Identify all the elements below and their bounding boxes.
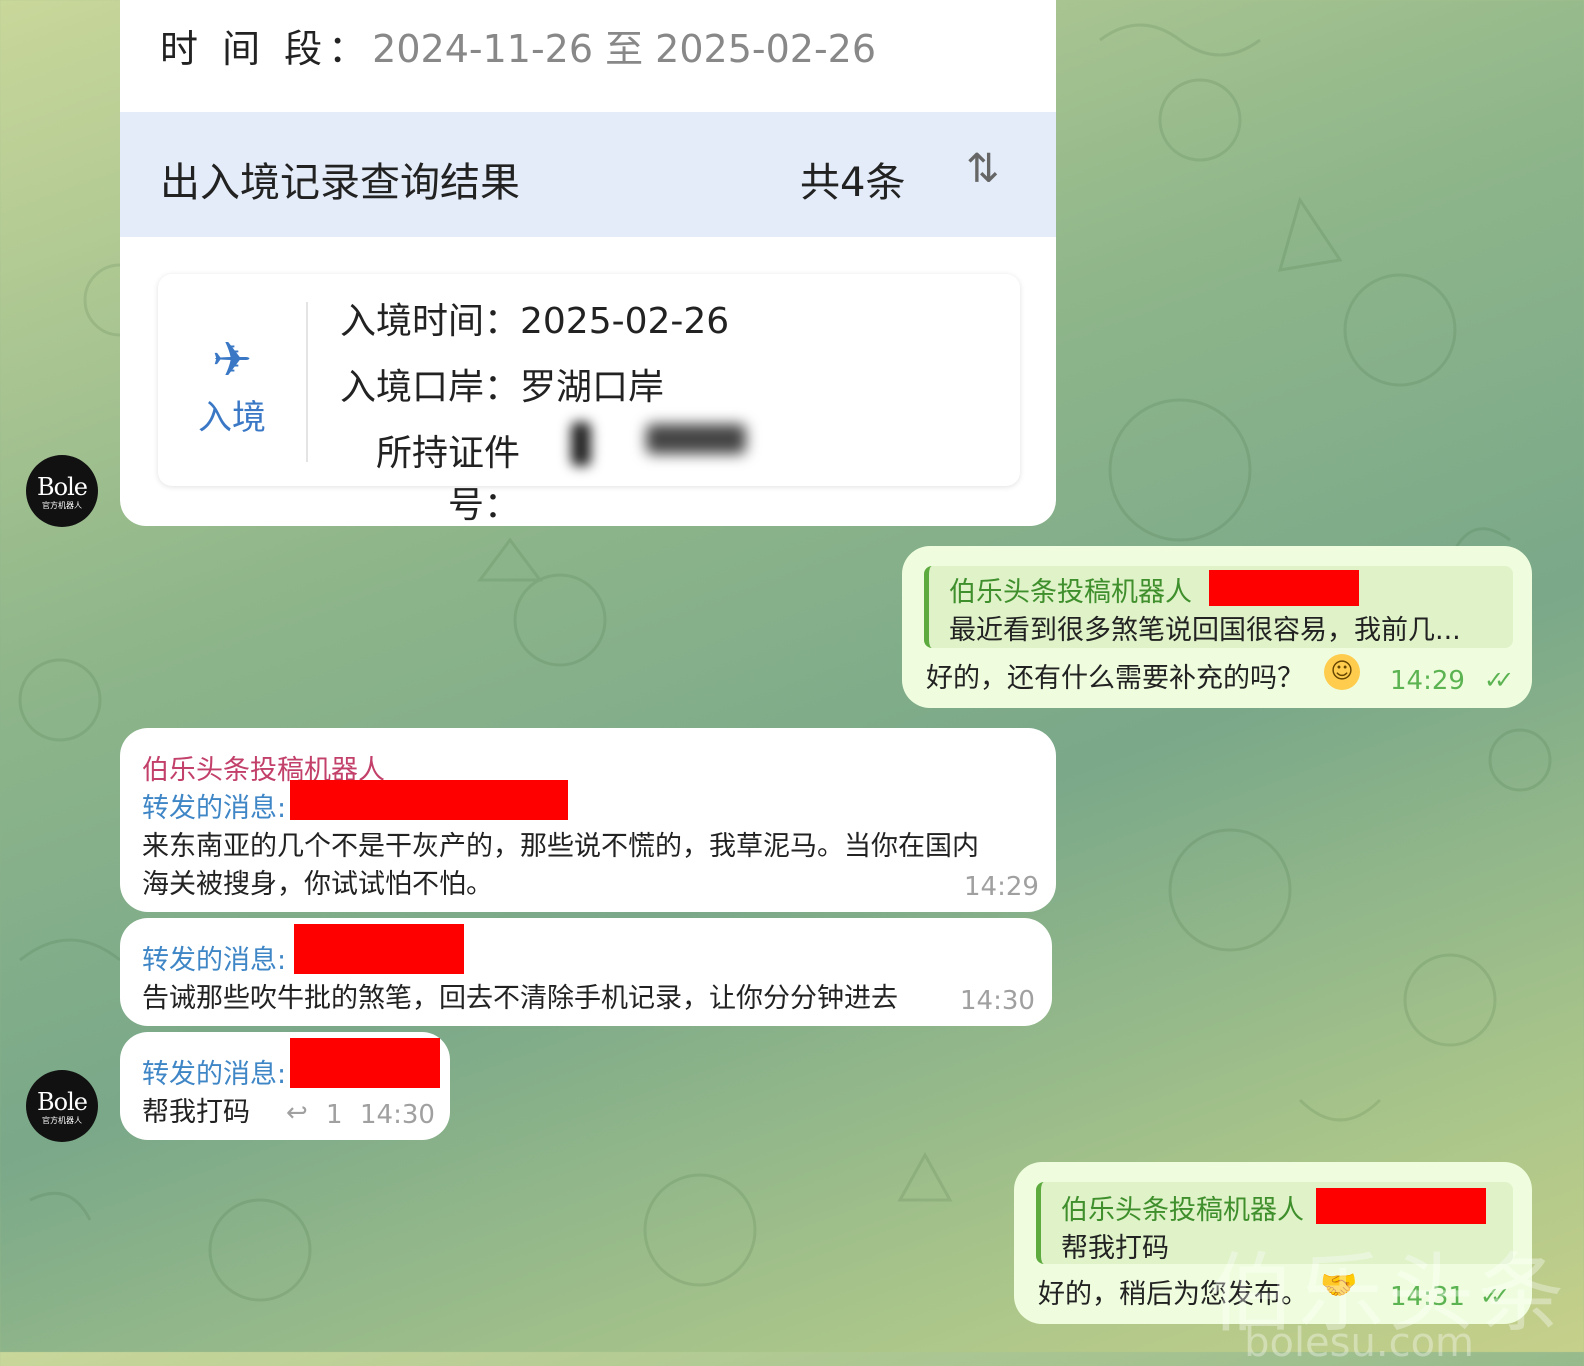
message-text: 告诫那些吹牛批的煞笔，回去不清除手机记录，让你分分钟进去 [142,983,898,1014]
bot-avatar[interactable]: Bole 官方机器人 [26,455,98,527]
avatar-subtitle: 官方机器人 [42,501,82,510]
redaction-box [294,924,464,974]
forwarded-label[interactable]: 转发的消息: [142,786,286,825]
reply-text: 最近看到很多煞笔说回国很容易，我前几... [949,615,1461,646]
redaction-box [1316,1188,1486,1224]
airplane-icon: ✈ [211,332,253,388]
message-text-line1: 来东南亚的几个不是干灰产的，那些说不慌的，我草泥马。当你在国内 [142,831,979,862]
message-time: 14:30 [960,986,1035,1016]
reply-sender: 伯乐头条投稿机器人 [1061,1195,1304,1226]
period-value: 2024-11-26 至 2025-02-26 [372,27,877,71]
redaction-box [290,1038,440,1088]
forwarded-label[interactable]: 转发的消息: [142,1052,286,1091]
bot-avatar[interactable]: Bole 官方机器人 [26,1070,98,1142]
incoming-message[interactable]: 伯乐头条投稿机器人 转发的消息: 来东南亚的几个不是干灰产的，那些说不慌的，我草… [120,728,1056,912]
reply-arrow-icon[interactable]: ↩ [286,1098,308,1128]
entry-time-value: 2025-02-26 [520,301,730,342]
watermark-url: bolesu.com [1244,1320,1474,1366]
message-text: 帮我打码 [142,1097,250,1128]
sort-icon: ⇅ [966,146,1000,192]
record-type-label: 入境 [198,398,266,438]
message-text-line2: 海关被搜身，你试试怕不怕。 [142,869,493,900]
entry-port-value: 罗湖口岸 [520,367,665,408]
record-item: ✈ 入境 入境时间：2025-02-26 入境口岸：罗湖口岸 所持证件号： [158,274,1020,526]
document-number-label: 所持证件号： [375,433,520,526]
message-time: 14:29 [964,872,1039,902]
period-label: 时 间 段： [160,27,373,71]
reply-sender: 伯乐头条投稿机器人 [949,577,1192,608]
period-row: 时 间 段：2024-11-26 至 2025-02-26 [160,18,876,73]
reply-count[interactable]: 1 [326,1100,343,1130]
message-time: 14:30 [360,1100,435,1130]
avatar-logo: Bole [37,1088,88,1116]
record-type: ✈ 入境 [194,334,270,439]
outgoing-message[interactable]: 伯乐头条投稿机器人 最近看到很多煞笔说回国很容易，我前几... 好的，还有什么需… [902,546,1532,708]
incoming-message[interactable]: 转发的消息: 帮我打码 ↩ 1 14:30 [120,1032,450,1140]
message-text: 好的，还有什么需要补充的吗？ [926,663,1304,694]
document-number-row: 所持证件号： [308,424,520,526]
blurred-document-number [646,424,746,454]
redaction-box [1209,570,1359,606]
result-header: 出入境记录查询结果 共4条 ⇅ [120,112,1056,237]
result-count: 共4条 [800,160,906,206]
entry-time-row: 入境时间：2025-02-26 [308,292,729,344]
avatar-logo: Bole [37,473,88,501]
entry-port-label: 入境口岸： [339,367,520,408]
reply-text: 帮我打码 [1061,1233,1169,1264]
incoming-message[interactable]: 转发的消息: 告诫那些吹牛批的煞笔，回去不清除手机记录，让你分分钟进去 14:3… [120,918,1052,1026]
redaction-box [290,780,568,820]
entry-time-label: 入境时间： [339,301,520,342]
forwarded-label[interactable]: 转发的消息: [142,938,286,977]
message-time: 14:29 [1390,666,1465,696]
entry-exit-record-image[interactable]: 时 间 段：2024-11-26 至 2025-02-26 出入境记录查询结果 … [120,0,1056,526]
result-title: 出入境记录查询结果 [160,160,520,206]
entry-port-row: 入境口岸：罗湖口岸 [308,358,664,410]
avatar-subtitle: 官方机器人 [42,1116,82,1125]
blurred-document-number [571,422,591,466]
read-ticks-icon: ✓✓ [1484,666,1514,694]
smile-emoji-icon: ☺ [1324,654,1360,690]
